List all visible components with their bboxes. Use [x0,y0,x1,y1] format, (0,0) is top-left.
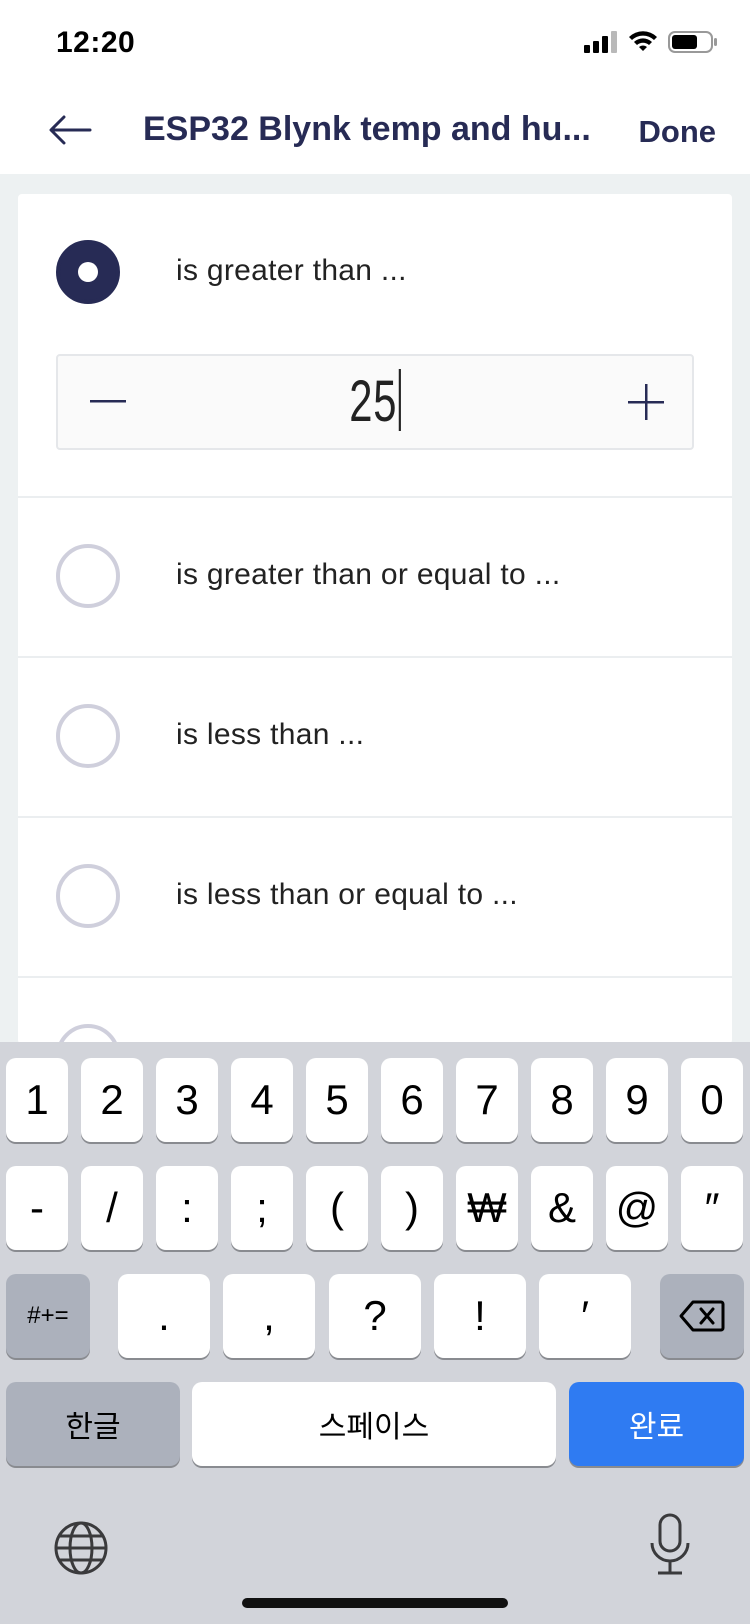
option-label: is greater than or equal to ... [176,558,561,591]
status-time: 12:20 [56,26,136,59]
key-2[interactable]: 2 [81,1058,143,1142]
backspace-icon [679,1300,725,1332]
done-button[interactable]: Done [639,114,717,150]
option-partial[interactable] [18,978,732,1044]
option-greater-than[interactable]: is greater than ... 25 [18,194,732,498]
option-greater-than-or-equal[interactable]: is greater than or equal to ... [18,498,732,658]
home-indicator [242,1598,508,1608]
condition-options-card: is greater than ... 25 is greater than o… [18,194,732,1044]
key-apostrophe[interactable]: ′ [539,1274,631,1358]
stepper-value: 25 [349,369,398,434]
key-double-quote[interactable]: ″ [681,1166,743,1250]
key-korean-mode[interactable]: 한글 [6,1382,180,1466]
key-question[interactable]: ? [329,1274,421,1358]
signal-icon [584,31,617,53]
option-less-than-or-equal[interactable]: is less than or equal to ... [18,818,732,978]
key-at[interactable]: @ [606,1166,668,1250]
key-semicolon[interactable]: ; [231,1166,293,1250]
text-caret [398,369,401,431]
key-comma[interactable]: , [223,1274,315,1358]
key-period[interactable]: . [118,1274,210,1358]
key-hyphen[interactable]: - [6,1166,68,1250]
option-label: is less than or equal to ... [176,878,518,911]
key-slash[interactable]: / [81,1166,143,1250]
battery-icon [668,31,717,53]
option-less-than[interactable]: is less than ... [18,658,732,818]
radio-unselected[interactable] [56,864,120,928]
minus-icon [90,400,126,403]
increment-button[interactable] [618,374,674,430]
status-icons [584,30,718,54]
decrement-button[interactable] [80,374,136,430]
plus-icon [628,384,664,420]
key-6[interactable]: 6 [381,1058,443,1142]
radio-unselected[interactable] [56,1024,120,1044]
option-label: is greater than ... [176,254,407,287]
globe-icon[interactable] [53,1520,109,1576]
key-more-symbols[interactable]: #+= [6,1274,90,1358]
microphone-icon[interactable] [648,1513,692,1577]
wifi-icon [629,31,657,51]
key-close-paren[interactable]: ) [381,1166,443,1250]
radio-unselected[interactable] [56,544,120,608]
key-4[interactable]: 4 [231,1058,293,1142]
radio-selected[interactable] [56,240,120,304]
key-open-paren[interactable]: ( [306,1166,368,1250]
key-3[interactable]: 3 [156,1058,218,1142]
space-key[interactable]: 스페이스 [192,1382,556,1466]
back-button[interactable] [40,104,100,156]
key-0[interactable]: 0 [681,1058,743,1142]
key-9[interactable]: 9 [606,1058,668,1142]
keyboard: 1 2 3 4 5 6 7 8 9 0 - / : ; ( ) ₩ & @ ″ … [0,1042,750,1624]
stepper-value-field[interactable]: 25 [147,368,603,435]
key-7[interactable]: 7 [456,1058,518,1142]
key-won[interactable]: ₩ [456,1166,518,1250]
keyboard-done-key[interactable]: 완료 [569,1382,744,1466]
backspace-key[interactable] [660,1274,744,1358]
page-title: ESP32 Blynk temp and hu... [143,110,591,148]
option-label: is less than ... [176,718,365,751]
key-ampersand[interactable]: & [531,1166,593,1250]
nav-bar: ESP32 Blynk temp and hu... Done [0,90,750,174]
key-1[interactable]: 1 [6,1058,68,1142]
back-arrow-icon [49,115,92,145]
key-8[interactable]: 8 [531,1058,593,1142]
radio-unselected[interactable] [56,704,120,768]
key-colon[interactable]: : [156,1166,218,1250]
status-bar: 12:20 [0,0,750,90]
value-stepper[interactable]: 25 [56,354,694,450]
key-5[interactable]: 5 [306,1058,368,1142]
key-exclamation[interactable]: ! [434,1274,526,1358]
